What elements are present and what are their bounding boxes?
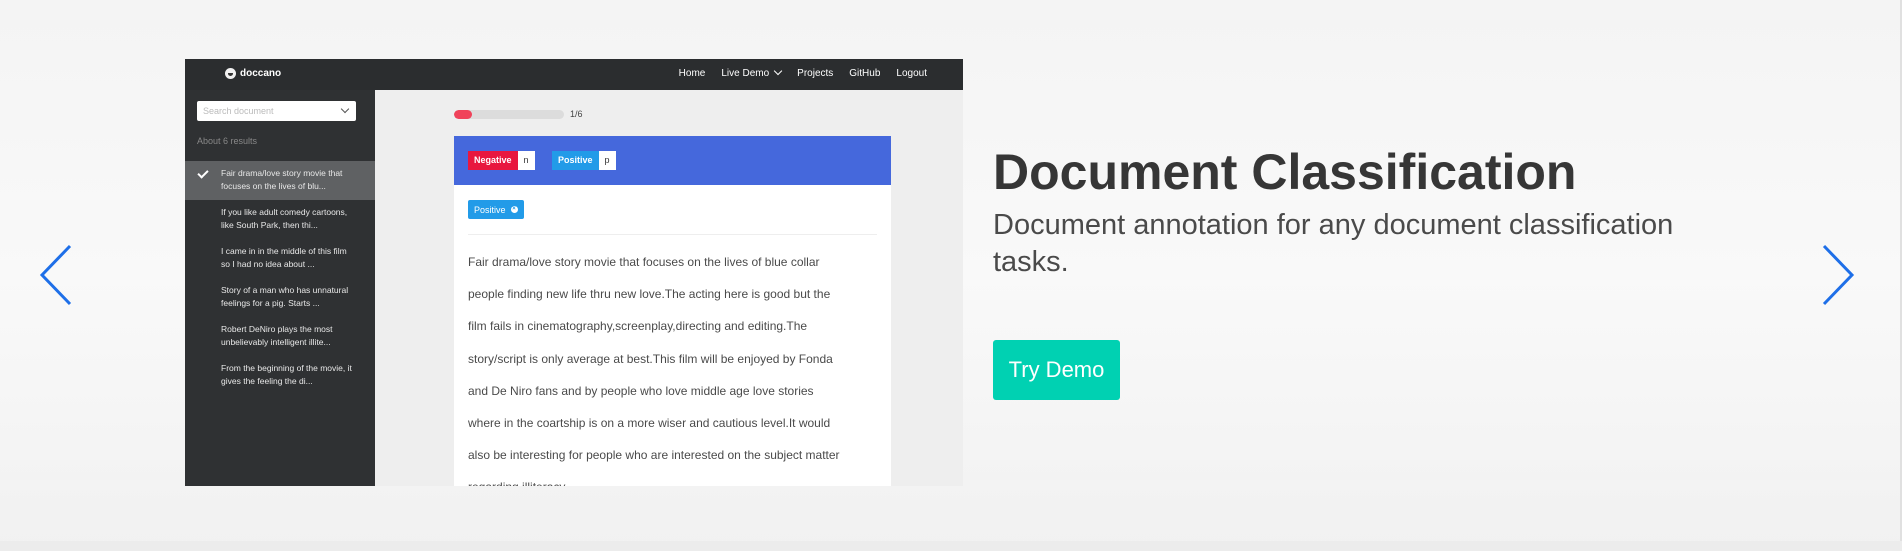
check-icon: [197, 167, 209, 179]
list-item-line: Story of a man who has unnatural: [221, 285, 349, 295]
text-line: also be interesting for people who are i…: [468, 448, 840, 463]
close-icon[interactable]: ×: [510, 206, 518, 213]
text-line: film fails in cinematography,screenplay,…: [468, 319, 808, 334]
nav-logout[interactable]: Logout: [896, 68, 927, 79]
text-line: people finding new life thru new love.Th…: [468, 287, 831, 302]
list-item-line: If you like adult comedy cartoons,: [221, 207, 348, 217]
nav-home[interactable]: Home: [679, 68, 706, 79]
progress-fill: [454, 110, 473, 119]
page-title: Document Classification: [993, 144, 1577, 200]
bottom-band: [0, 541, 1902, 551]
search-placeholder: Search document: [203, 106, 274, 116]
try-demo-button[interactable]: Try Demo: [993, 340, 1120, 400]
label-button-negative[interactable]: Negative n: [468, 151, 535, 170]
annotation-card: Negative n Positive p Positive × Fair dr…: [454, 136, 891, 486]
list-item[interactable]: From the beginning of the movie, it give…: [185, 356, 375, 395]
document-text: Fair drama/love story movie that focuses…: [468, 246, 878, 486]
list-item-line: focuses on the lives of blu...: [221, 181, 326, 191]
label-bar: Negative n Positive p: [454, 136, 891, 185]
results-count: About 6 results: [197, 136, 258, 146]
divider: [468, 234, 877, 235]
page-subtitle: Document annotation for any document cla…: [993, 209, 1674, 278]
carousel-prev-button[interactable]: [36, 240, 76, 310]
carousel-next-button[interactable]: [1818, 240, 1858, 310]
text-line: regarding illiteracy......: [468, 471, 878, 486]
progress-label: 1/6: [570, 109, 583, 119]
brand[interactable]: doccano: [225, 68, 281, 79]
chevron-right-icon: [1822, 244, 1855, 306]
list-item-line: unbelievably intelligent illite...: [221, 337, 331, 347]
app-navbar: doccano Home Live Demo Projects GitHub L…: [185, 59, 963, 90]
search-input[interactable]: Search document: [197, 101, 356, 121]
text-line: and De Niro fans and by people who love …: [468, 383, 814, 398]
list-item-line: From the beginning of the movie, it: [221, 363, 352, 373]
tag-label: Positive: [474, 204, 506, 215]
list-item-line: so I had no idea about ...: [221, 259, 315, 269]
label-button-positive[interactable]: Positive p: [552, 151, 616, 170]
document-list: Fair drama/love story movie that focuses…: [185, 161, 375, 395]
label-shortcut: p: [598, 151, 616, 170]
list-item-line: feelings for a pig. Starts ...: [221, 298, 320, 308]
nav-projects[interactable]: Projects: [797, 68, 833, 79]
nav-live-demo[interactable]: Live Demo: [721, 66, 783, 79]
document-sidebar: Search document About 6 results Fair dra…: [185, 90, 375, 486]
chevron-left-icon: [39, 244, 72, 306]
label-shortcut: n: [517, 151, 535, 170]
chevron-down-icon: [340, 104, 350, 114]
text-line: story/script is only average at best.Thi…: [468, 351, 833, 366]
list-item[interactable]: I came in in the middle of this film so …: [185, 239, 375, 278]
nav-github[interactable]: GitHub: [849, 68, 880, 79]
list-item-line: Robert DeNiro plays the most: [221, 324, 333, 334]
list-item[interactable]: Robert DeNiro plays the most unbelievabl…: [185, 317, 375, 356]
list-item-line: gives the feeling the di...: [221, 376, 313, 386]
demo-screenshot: doccano Home Live Demo Projects GitHub L…: [185, 59, 963, 486]
text-line: where in the coartship is on a more wise…: [468, 416, 831, 431]
list-item[interactable]: Story of a man who has unnatural feeling…: [185, 278, 375, 317]
nav-live-demo-label: Live Demo: [721, 68, 770, 79]
text-line: Fair drama/love story movie that focuses…: [468, 255, 820, 269]
selected-label-tag: Positive ×: [468, 200, 524, 219]
list-item-line: like South Park, then thi...: [221, 220, 318, 230]
chevron-down-icon: [773, 66, 783, 76]
list-item-line: I came in in the middle of this film: [221, 246, 347, 256]
list-item[interactable]: Fair drama/love story movie that focuses…: [185, 161, 375, 200]
list-item[interactable]: If you like adult comedy cartoons, like …: [185, 200, 375, 239]
label-name: Negative: [468, 151, 518, 170]
brand-name: doccano: [240, 68, 282, 79]
label-name: Positive: [552, 151, 599, 170]
progress-bar: [454, 110, 564, 119]
doccano-logo-icon: [225, 68, 236, 79]
list-item-line: Fair drama/love story movie that: [221, 168, 343, 178]
